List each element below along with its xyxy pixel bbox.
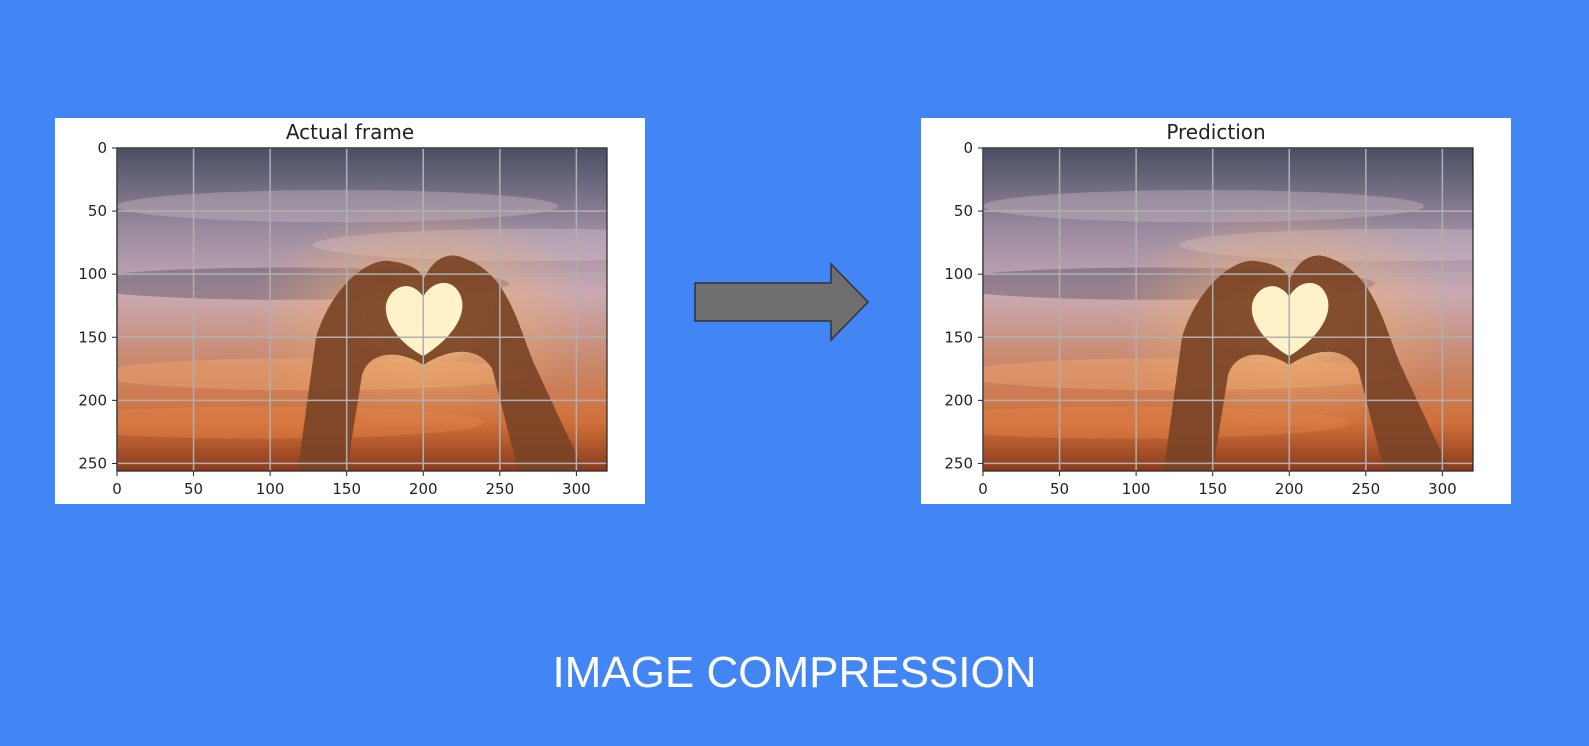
y-tick-label: 50: [954, 202, 973, 220]
image-compression-caption: IMAGE COMPRESSION: [552, 648, 1037, 697]
x-tick-label: 250: [1351, 480, 1380, 498]
x-tick-label: 100: [1122, 480, 1151, 498]
y-tick-label: 250: [78, 454, 107, 472]
y-tick-label: 100: [78, 265, 107, 283]
y-tick-label: 0: [963, 139, 973, 157]
x-tick-label: 200: [1275, 480, 1304, 498]
x-tick-label: 50: [1050, 480, 1069, 498]
x-tick-label: 300: [562, 480, 591, 498]
x-tick-label: 100: [256, 480, 285, 498]
prediction-panel: Prediction 0 50 100 150 200 250 0 50 100 150 200 25…: [921, 118, 1511, 504]
x-tick-label: 250: [485, 480, 514, 498]
y-tick-label: 0: [97, 139, 107, 157]
heart-hands-sunset-image: [983, 148, 1473, 471]
y-tick-label: 250: [944, 454, 973, 472]
heart-hands-sunset-image: [117, 148, 607, 471]
y-tick-label: 200: [78, 391, 107, 409]
y-tick-label: 200: [944, 391, 973, 409]
x-tick-label: 50: [184, 480, 203, 498]
x-tick-label: 0: [112, 480, 122, 498]
x-tick-label: 150: [1198, 480, 1227, 498]
x-tick-label: 150: [332, 480, 361, 498]
actual-frame-plot: 0 50 100 150 200 250 0 50 100 150 200 250 300: [78, 139, 608, 498]
x-tick-label: 0: [978, 480, 988, 498]
x-tick-label: 300: [1428, 480, 1457, 498]
right-arrow-icon: [694, 262, 870, 342]
y-tick-label: 50: [88, 202, 107, 220]
y-tick-label: 150: [78, 328, 107, 346]
prediction-plot: 0 50 100 150 200 250 0 50 100 150 200 250 300: [944, 139, 1474, 498]
actual-frame-panel: Actual frame 0 50 100 150 200 250 0 50 100 150 200…: [55, 118, 645, 504]
y-tick-label: 150: [944, 328, 973, 346]
x-tick-label: 200: [409, 480, 438, 498]
y-tick-label: 100: [944, 265, 973, 283]
